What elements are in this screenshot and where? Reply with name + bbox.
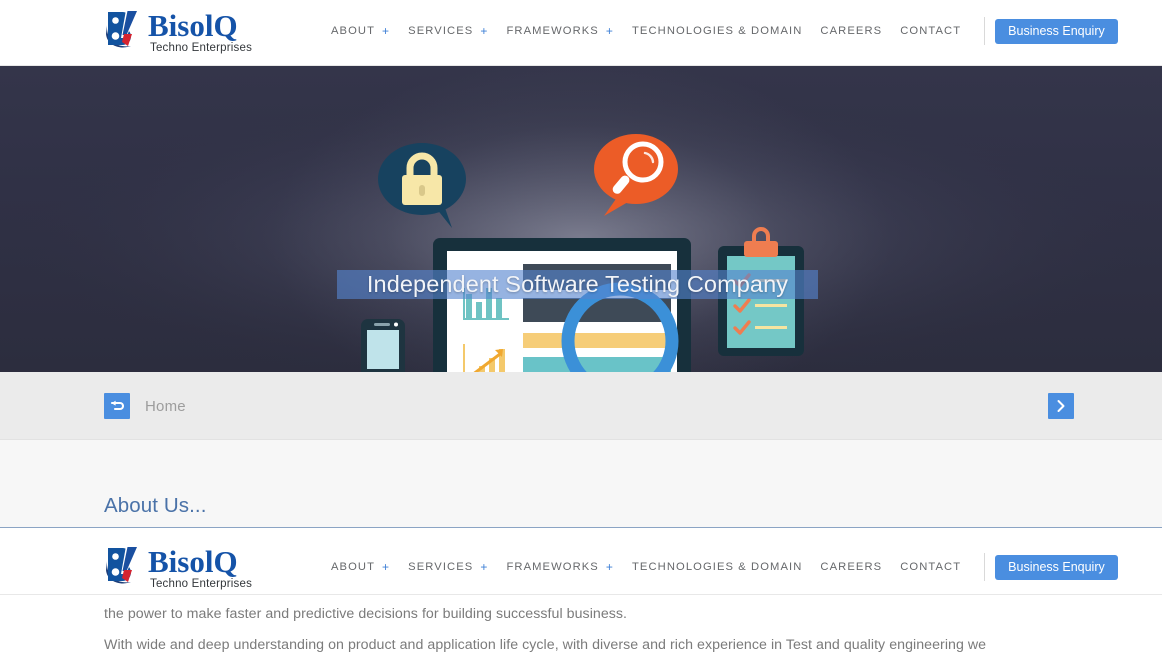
nav-item-services[interactable]: SERVICES + [399,560,497,574]
nav-item-about[interactable]: ABOUT + [322,24,399,38]
breadcrumb-home-link[interactable]: Home [104,393,186,419]
smartphone-icon [361,319,405,372]
logo-name: BisolQ [148,544,238,579]
plus-icon: + [605,24,614,38]
nav-label: ABOUT [331,561,376,573]
plus-icon: + [480,24,489,38]
main-navigation: ABOUT + SERVICES + FRAMEWORKS + TECHNOLO… [322,553,1118,581]
hero-caption: Independent Software Testing Company [337,270,818,299]
about-heading-wrap: About Us... [0,493,1162,519]
nav-item-careers[interactable]: CAREERS [811,561,891,573]
nav-label: TECHNOLOGIES & DOMAIN [631,561,803,573]
nav-label: CONTACT [900,25,962,37]
about-paragraph: the power to make faster and predictive … [104,606,628,622]
nav-label: ABOUT [331,25,376,37]
nav-item-contact[interactable]: CONTACT [891,25,970,37]
nav-label: TECHNOLOGIES & DOMAIN [631,25,803,37]
bisolq-b-swoosh-logo-icon [104,8,146,52]
logo-text: BisolQ Techno Enterprises [148,544,252,591]
bisolq-b-swoosh-logo-icon [104,544,146,588]
nav-label: CAREERS [820,561,883,573]
nav-item-contact[interactable]: CONTACT [891,561,970,573]
business-enquiry-button[interactable]: Business Enquiry [995,18,1118,44]
main-navigation: ABOUT + SERVICES + FRAMEWORKS + TECHNOLO… [322,17,1118,45]
nav-divider [984,17,986,45]
nav-item-technologies-domain[interactable]: TECHNOLOGIES & DOMAIN [623,25,811,37]
nav-divider [984,553,986,581]
nav-item-services[interactable]: SERVICES + [399,24,497,38]
site-header: BisolQ Techno Enterprises ABOUT + SERVIC… [0,0,1162,66]
chevron-right-icon [1057,400,1065,412]
nav-item-frameworks[interactable]: FRAMEWORKS + [497,24,623,38]
business-enquiry-button[interactable]: Business Enquiry [995,554,1118,580]
plus-icon: + [382,560,391,574]
sticky-header-duplicate: BisolQ Techno Enterprises ABOUT + SERVIC… [0,537,1162,595]
nav-item-careers[interactable]: CAREERS [811,25,891,37]
logo-name: BisolQ [148,8,238,43]
nav-label: CONTACT [900,561,962,573]
nav-label: CAREERS [820,25,883,37]
logo[interactable]: BisolQ Techno Enterprises [104,544,252,591]
hero-illustration [0,66,1162,372]
plus-icon: + [480,560,489,574]
page-root: Independent Software Testing Company Hom… [0,0,1162,653]
return-arrow-icon [104,393,130,419]
nav-item-about[interactable]: ABOUT + [322,560,399,574]
hero-banner: Independent Software Testing Company [0,66,1162,372]
breadcrumb-bar: Home [0,372,1162,440]
hero-caption-text: Independent Software Testing Company [366,271,789,297]
nav-label: SERVICES [408,25,474,37]
nav-label: FRAMEWORKS [506,25,599,37]
plus-icon: + [605,560,614,574]
logo[interactable]: BisolQ Techno Enterprises [104,8,252,55]
desktop-monitor-icon [433,238,691,372]
logo-tagline: Techno Enterprises [150,42,253,54]
logo-tagline: Techno Enterprises [150,578,253,590]
breadcrumb-next-button[interactable] [1048,393,1074,419]
breadcrumb-home-label: Home [145,397,186,415]
about-paragraph: With wide and deep understanding on prod… [104,637,987,653]
nav-item-technologies-domain[interactable]: TECHNOLOGIES & DOMAIN [623,561,811,573]
about-title: About Us... [104,494,207,517]
nav-label: SERVICES [408,561,474,573]
nav-label: FRAMEWORKS [506,561,599,573]
nav-item-frameworks[interactable]: FRAMEWORKS + [497,560,623,574]
logo-text: BisolQ Techno Enterprises [148,8,252,55]
plus-icon: + [382,24,391,38]
